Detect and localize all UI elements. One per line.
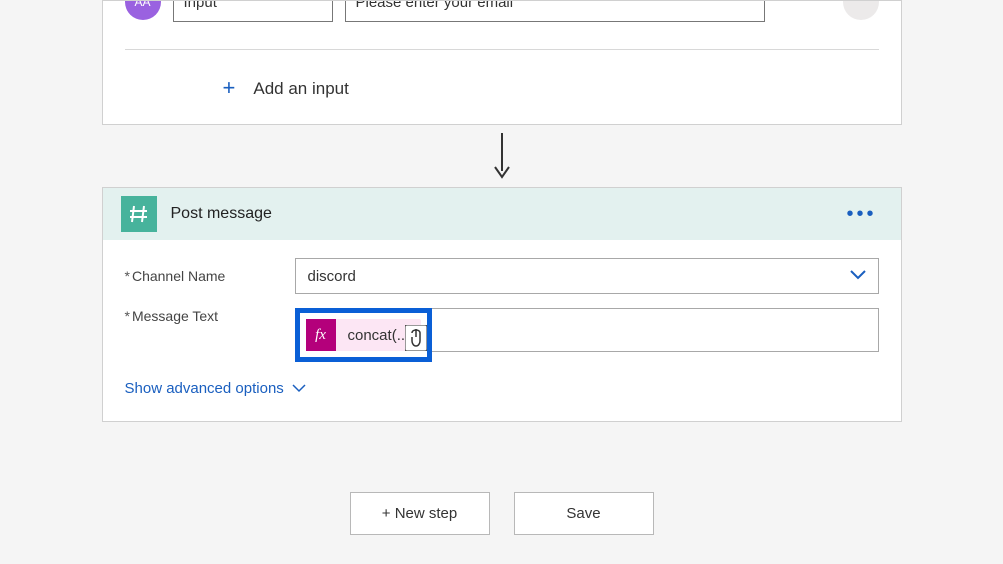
message-text-field[interactable] <box>431 308 878 352</box>
new-step-button[interactable]: + New step <box>350 492 490 535</box>
pointer-cursor-icon <box>405 325 427 356</box>
add-input-label: Add an input <box>253 79 348 99</box>
input-options-button[interactable] <box>843 1 879 20</box>
avatar-badge: AA <box>125 1 161 20</box>
advanced-label: Show advanced options <box>125 380 284 397</box>
expression-token-highlight: fx concat(... <box>295 308 433 362</box>
input-row: AA Input Please enter your email <box>103 1 901 31</box>
flow-arrow <box>0 133 1003 181</box>
show-advanced-toggle[interactable]: Show advanced options <box>125 380 879 397</box>
card-body: *Channel Name discord *Message Text fx c… <box>103 240 901 421</box>
plus-icon: + <box>223 75 236 101</box>
add-input-button[interactable]: + Add an input <box>103 50 901 102</box>
message-row: *Message Text fx concat(... <box>125 308 879 362</box>
card-title: Post message <box>171 205 272 223</box>
message-label: *Message Text <box>125 308 295 324</box>
channel-value: discord <box>308 268 356 285</box>
chevron-down-icon <box>292 380 306 397</box>
message-input[interactable]: fx concat(... <box>295 308 879 362</box>
channel-label: *Channel Name <box>125 268 295 284</box>
card-menu-button[interactable]: ••• <box>840 199 882 230</box>
bottom-buttons: + New step Save <box>0 492 1003 535</box>
trigger-card: AA Input Please enter your email + Add a… <box>102 0 902 125</box>
input-description-field[interactable]: Please enter your email <box>345 1 765 22</box>
fx-icon: fx <box>306 319 336 351</box>
card-header[interactable]: Post message ••• <box>103 188 901 240</box>
input-name-field[interactable]: Input <box>173 1 333 22</box>
hash-icon <box>121 196 157 232</box>
channel-row: *Channel Name discord <box>125 258 879 294</box>
channel-select[interactable]: discord <box>295 258 879 294</box>
post-message-card: Post message ••• *Channel Name discord *… <box>102 187 902 422</box>
chevron-down-icon <box>850 267 866 285</box>
expression-token[interactable]: fx concat(... <box>306 319 422 351</box>
save-button[interactable]: Save <box>514 492 654 535</box>
